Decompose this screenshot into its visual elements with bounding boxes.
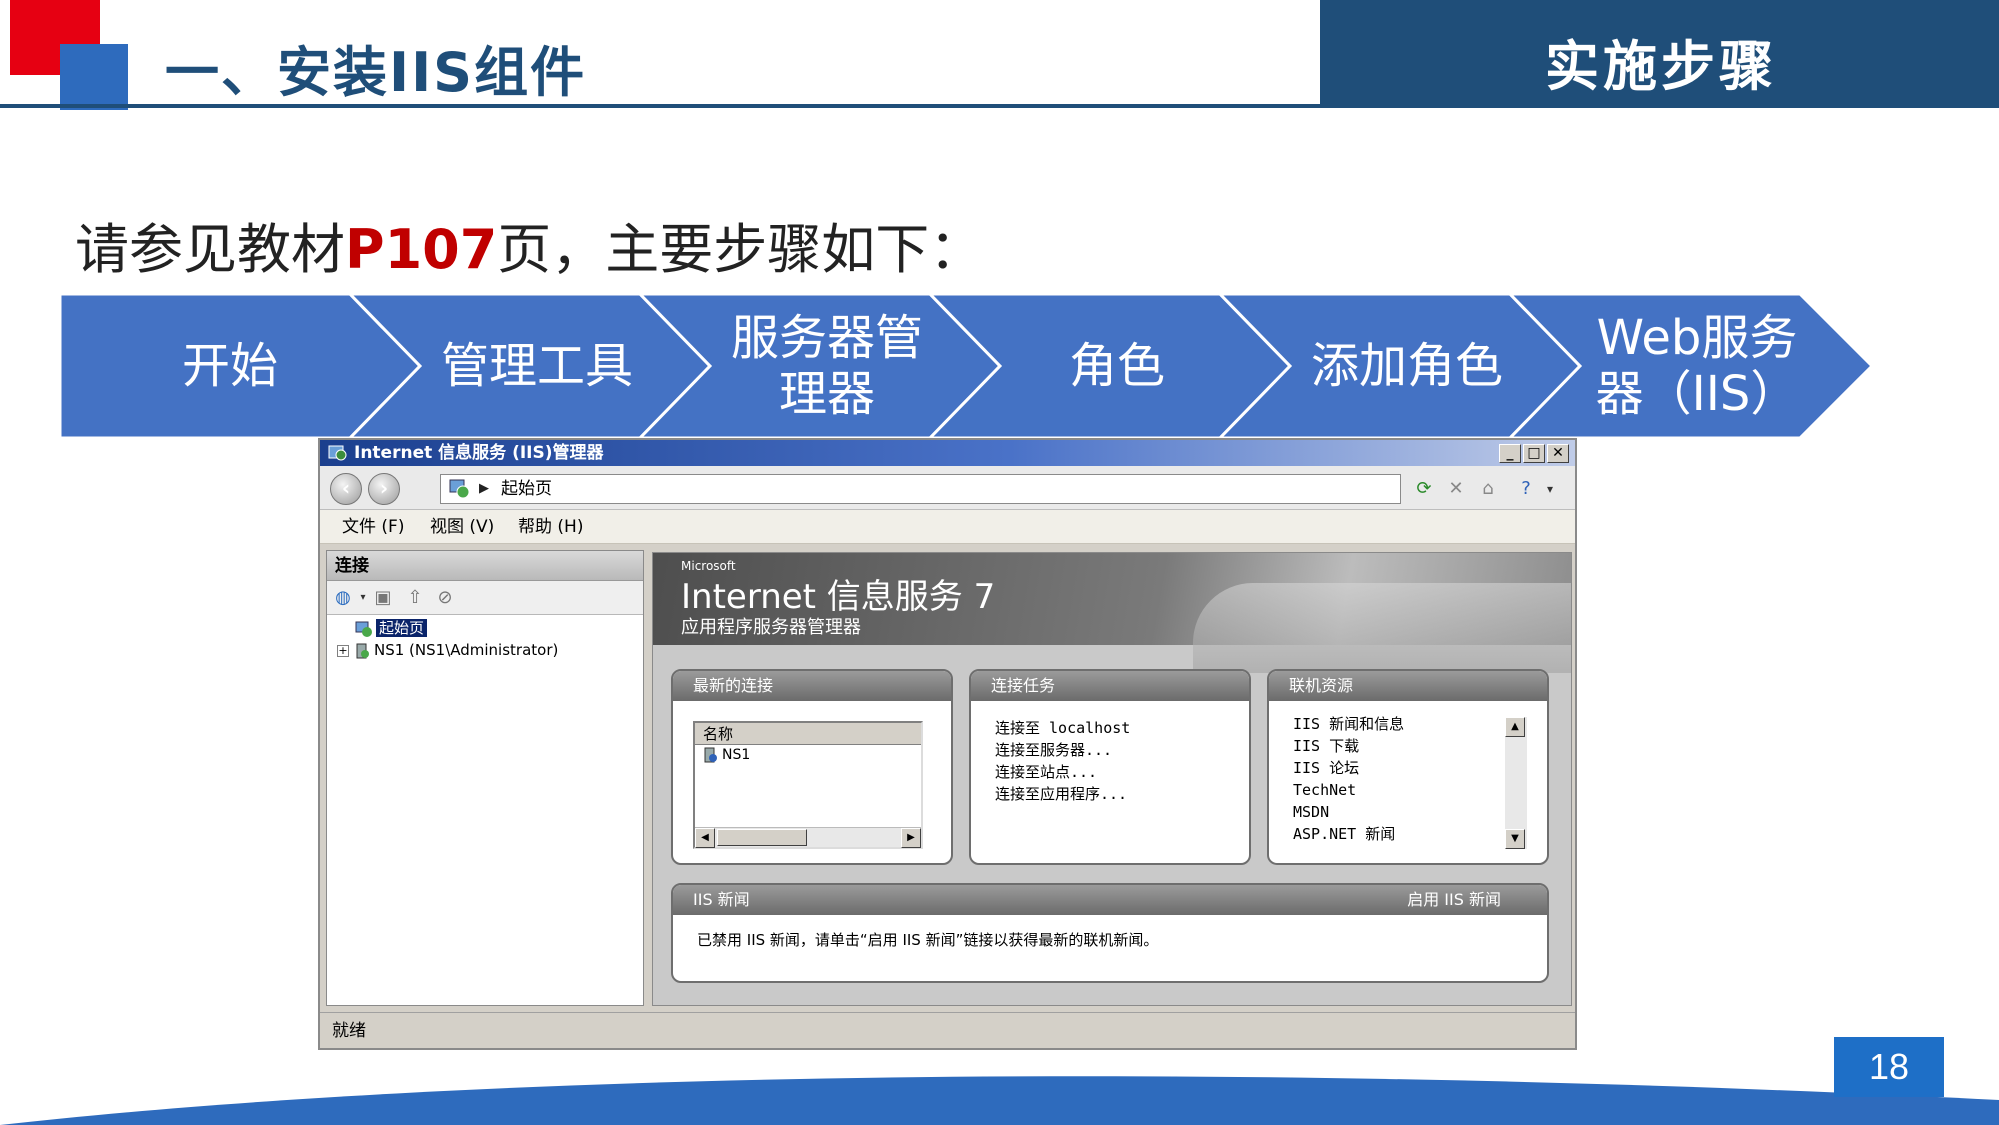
- task-connect-site[interactable]: 连接至站点...: [995, 761, 1249, 783]
- maximize-button[interactable]: □: [1523, 444, 1545, 463]
- banner-title: Internet 信息服务 7: [681, 577, 996, 617]
- tree-item-server[interactable]: + NS1 (NS1\Administrator): [337, 639, 558, 661]
- connections-pane: 连接 ◍ ▾ ▣ ⇧ ⊘ 起始页 + NS1 (NS1\Administrator…: [326, 550, 644, 1006]
- minimize-button[interactable]: _: [1499, 444, 1521, 463]
- scroll-thumb[interactable]: [717, 829, 807, 846]
- iis-manager-window: Internet 信息服务 (IIS)管理器 _ □ ✕ ‹ › ▶ 起始页 ⟳…: [318, 438, 1577, 1050]
- vertical-scrollbar[interactable]: ▲ ▼: [1505, 717, 1527, 849]
- tree-item-start-page[interactable]: 起始页: [355, 617, 428, 639]
- status-bar: 就绪: [320, 1012, 1575, 1048]
- delete-connection-icon[interactable]: ⊘: [433, 586, 457, 610]
- process-step-label-4: 角色: [1007, 338, 1227, 394]
- forward-arrow-icon[interactable]: ›: [368, 473, 400, 505]
- process-step-line: 开始: [181, 338, 278, 394]
- connections-header: 连接: [327, 551, 643, 581]
- enable-iis-news-link[interactable]: 启用 IIS 新闻: [1407, 885, 1501, 915]
- iis-banner: Microsoft Internet 信息服务 7 应用程序服务器管理器: [653, 553, 1571, 673]
- process-step-label-2: 管理工具: [427, 338, 647, 394]
- scroll-right-icon[interactable]: ▶: [901, 828, 921, 848]
- menu-file[interactable]: 文件 (F): [342, 510, 404, 544]
- window-title: Internet 信息服务 (IIS)管理器: [354, 443, 604, 463]
- iis-news-title: IIS 新闻: [693, 890, 750, 909]
- decorative-blue-square: [60, 44, 128, 110]
- online-resources-panel: 联机资源 IIS 新闻和信息 IIS 下载 IIS 论坛 TechNet MSD…: [1267, 669, 1549, 865]
- help-icon[interactable]: ?: [1514, 477, 1538, 501]
- process-step-label-5: 添加角色: [1297, 338, 1517, 394]
- connection-tasks-header: 连接任务: [971, 671, 1249, 701]
- start-page-tree-icon: [355, 621, 372, 637]
- intro-page-ref: P107: [345, 218, 498, 281]
- recent-connection-name: NS1: [722, 747, 751, 763]
- navigation-bar: ‹ › ▶ 起始页 ⟳ ✕ ⌂ ? ▾: [320, 466, 1575, 510]
- column-header-name[interactable]: 名称: [695, 723, 921, 745]
- online-resources-header: 联机资源: [1269, 671, 1547, 701]
- process-step-line: 管理工具: [440, 338, 633, 394]
- connections-toolbar: ◍ ▾ ▣ ⇧ ⊘: [327, 581, 643, 615]
- intro-suffix: 页，主要步骤如下：: [497, 218, 984, 281]
- slide-title: 一、安装IIS组件: [165, 41, 587, 104]
- intro-text: 请参见教材P107页，主要步骤如下：: [75, 205, 983, 284]
- save-icon[interactable]: ▣: [371, 586, 395, 610]
- start-page-icon: [449, 479, 470, 499]
- expand-plus-icon[interactable]: +: [337, 644, 349, 657]
- process-step-label-1: 开始: [120, 338, 340, 394]
- menu-view[interactable]: 视图 (V): [430, 510, 494, 544]
- banner-decoration: [1193, 583, 1571, 673]
- start-page-content: Microsoft Internet 信息服务 7 应用程序服务器管理器 最新的…: [652, 552, 1572, 1006]
- tree-label-server: NS1 (NS1\Administrator): [374, 641, 559, 659]
- task-connect-localhost[interactable]: 连接至 localhost: [995, 717, 1249, 739]
- server-icon: [704, 747, 717, 763]
- home-icon[interactable]: ⌂: [1476, 477, 1500, 501]
- tree-label-start-page: 起始页: [376, 619, 428, 637]
- header-banner-label: 实施步骤: [1545, 35, 1777, 98]
- up-level-icon[interactable]: ⇧: [403, 586, 427, 610]
- process-step-line: Web服务: [1596, 310, 1798, 366]
- process-step-label-6: Web服务 器（IIS）: [1587, 310, 1807, 422]
- menu-help[interactable]: 帮助 (H): [518, 510, 583, 544]
- back-arrow-icon[interactable]: ‹: [330, 473, 362, 505]
- recent-connections-list[interactable]: 名称 NS1 ◀ ▶: [693, 721, 923, 849]
- stop-icon[interactable]: ✕: [1444, 477, 1468, 501]
- scroll-down-icon[interactable]: ▼: [1505, 829, 1525, 849]
- recent-connections-header: 最新的连接: [673, 671, 951, 701]
- close-button[interactable]: ✕: [1547, 444, 1569, 463]
- iis-news-message: 已禁用 IIS 新闻，请单击“启用 IIS 新闻”链接以获得最新的联机新闻。: [697, 931, 1159, 949]
- process-step-line: 服务器管: [730, 310, 923, 366]
- process-step-line: 理器: [778, 366, 875, 422]
- address-text: 起始页: [501, 479, 552, 499]
- iis-news-panel: IIS 新闻 启用 IIS 新闻 已禁用 IIS 新闻，请单击“启用 IIS 新…: [671, 883, 1549, 983]
- process-step-line: 角色: [1068, 338, 1165, 394]
- scroll-left-icon[interactable]: ◀: [695, 828, 715, 848]
- page-number: 18: [1834, 1037, 1944, 1097]
- footer-wave: [0, 1076, 1999, 1125]
- refresh-icon[interactable]: ⟳: [1412, 477, 1436, 501]
- connection-tasks-panel: 连接任务 连接至 localhost 连接至服务器... 连接至站点... 连接…: [969, 669, 1251, 865]
- horizontal-scrollbar[interactable]: ◀ ▶: [695, 827, 921, 848]
- window-titlebar[interactable]: Internet 信息服务 (IIS)管理器 _ □ ✕: [320, 440, 1575, 466]
- iis-news-header: IIS 新闻 启用 IIS 新闻: [673, 885, 1547, 915]
- menu-bar: 文件 (F) 视图 (V) 帮助 (H): [320, 510, 1575, 544]
- list-item[interactable]: NS1: [695, 745, 921, 765]
- recent-connections-panel: 最新的连接 名称 NS1 ◀ ▶: [671, 669, 953, 865]
- process-step-line: 添加角色: [1310, 338, 1503, 394]
- help-dropdown-icon[interactable]: ▾: [1538, 477, 1562, 501]
- breadcrumb-separator-icon: ▶: [479, 481, 489, 496]
- task-connect-server[interactable]: 连接至服务器...: [995, 739, 1249, 761]
- banner-subtitle: 应用程序服务器管理器: [681, 617, 861, 638]
- process-step-line: 器（IIS）: [1595, 366, 1799, 422]
- server-tree-icon: [356, 643, 369, 658]
- scroll-up-icon[interactable]: ▲: [1505, 717, 1525, 737]
- intro-prefix: 请参见教材: [75, 218, 345, 281]
- process-step-label-3: 服务器管 理器: [717, 310, 937, 422]
- iis-app-icon: [328, 445, 347, 461]
- task-connect-application[interactable]: 连接至应用程序...: [995, 783, 1249, 805]
- address-bar[interactable]: ▶ 起始页: [440, 474, 1401, 504]
